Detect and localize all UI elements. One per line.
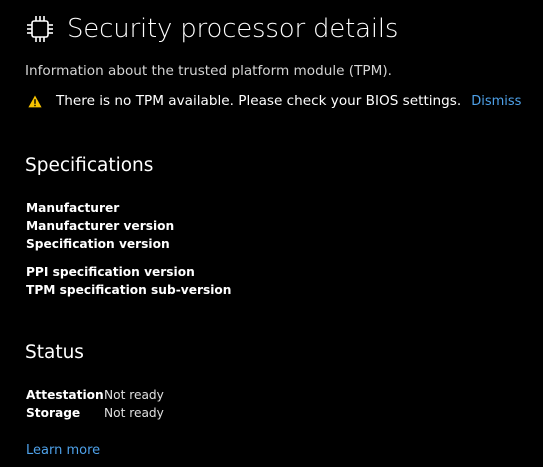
status-value: Not ready bbox=[104, 406, 164, 420]
page-header: Security processor details bbox=[25, 14, 398, 44]
status-value: Not ready bbox=[104, 388, 164, 402]
page-title: Security processor details bbox=[67, 14, 399, 44]
tpm-warning-banner: There is no TPM available. Please check … bbox=[28, 93, 521, 109]
dismiss-link[interactable]: Dismiss bbox=[471, 94, 521, 109]
spec-label-manufacturer-version: Manufacturer version bbox=[26, 219, 175, 233]
specifications-heading: Specifications bbox=[25, 155, 154, 176]
status-label: Attestation bbox=[26, 388, 104, 402]
status-row-storage: Storage Not ready bbox=[26, 406, 164, 420]
warning-icon bbox=[28, 94, 42, 108]
status-label: Storage bbox=[26, 406, 81, 420]
spec-label-manufacturer: Manufacturer bbox=[26, 201, 120, 215]
page-subtitle: Information about the trusted platform m… bbox=[25, 63, 392, 79]
spec-label-specification-version: Specification version bbox=[26, 237, 170, 251]
status-row-attestation: Attestation Not ready bbox=[26, 388, 164, 402]
chip-icon bbox=[25, 14, 55, 44]
spec-label-ppi-version: PPI specification version bbox=[26, 265, 195, 279]
warning-message: There is no TPM available. Please check … bbox=[56, 93, 462, 109]
status-heading: Status bbox=[25, 342, 84, 363]
learn-more-link[interactable]: Learn more bbox=[26, 443, 100, 458]
spec-label-tpm-sub-version: TPM specification sub-version bbox=[26, 283, 232, 297]
